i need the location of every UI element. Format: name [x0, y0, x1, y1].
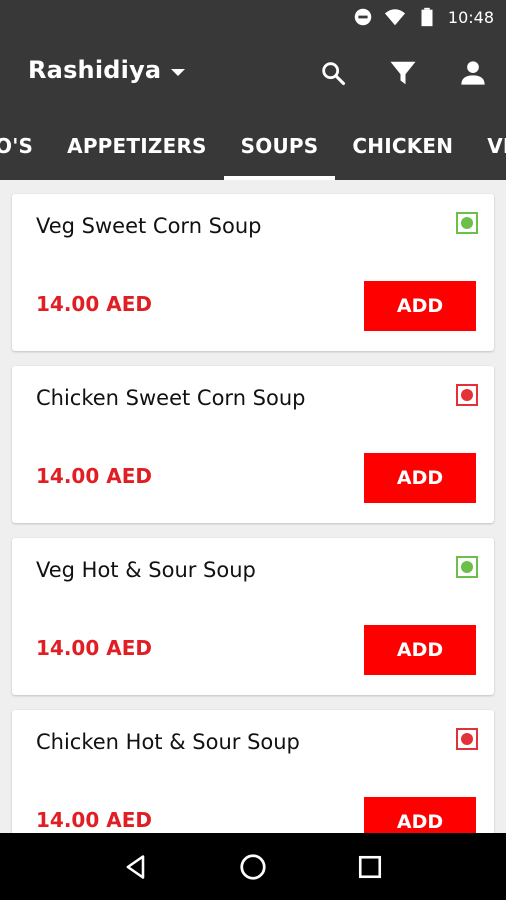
home-icon	[240, 853, 266, 880]
item-name: Chicken Sweet Corn Soup	[36, 386, 306, 410]
do-not-disturb-icon	[354, 8, 372, 26]
menu-item-card: Chicken Sweet Corn Soup 14.00 AED ADD	[12, 366, 494, 523]
tab-label: APPETIZERS	[67, 134, 207, 158]
search-button[interactable]	[316, 56, 350, 90]
item-name: Veg Sweet Corn Soup	[36, 214, 262, 238]
filter-icon	[390, 61, 416, 85]
status-time: 10:48	[447, 7, 494, 27]
tab-label: SOUPS	[240, 134, 319, 158]
search-icon	[322, 62, 346, 86]
veg-indicator-icon	[456, 556, 478, 578]
tab-chicken[interactable]: CHICKEN	[335, 112, 470, 180]
item-name: Chicken Hot & Sour Soup	[36, 730, 300, 754]
account-icon	[461, 61, 485, 85]
location-label: Rashidiya	[28, 56, 162, 84]
recents-button[interactable]	[350, 847, 390, 887]
add-button[interactable]: ADD	[364, 453, 476, 503]
top-header: 10:48 Rashidiya O'S APPETIZERS SOUPS CHI…	[0, 0, 506, 180]
tab-label: CHICKEN	[352, 134, 454, 158]
tab-label: VEGET	[487, 134, 506, 158]
non-veg-indicator-icon	[456, 384, 478, 406]
menu-item-card: Veg Hot & Sour Soup 14.00 AED ADD	[12, 538, 494, 695]
app-bar: Rashidiya	[0, 36, 506, 112]
tab-soups[interactable]: SOUPS	[223, 112, 336, 180]
menu-item-card: Veg Sweet Corn Soup 14.00 AED ADD	[12, 194, 494, 351]
tab-label: O'S	[0, 134, 34, 158]
non-veg-indicator-icon	[456, 728, 478, 750]
veg-indicator-icon	[456, 212, 478, 234]
back-button[interactable]	[116, 847, 156, 887]
home-button[interactable]	[233, 847, 273, 887]
item-price: 14.00 AED	[36, 808, 152, 832]
tab-appetizers[interactable]: APPETIZERS	[50, 112, 224, 180]
status-icons: 10:48	[352, 6, 494, 28]
wifi-icon	[384, 9, 405, 26]
account-button[interactable]	[456, 56, 490, 90]
item-price: 14.00 AED	[36, 636, 152, 660]
battery-icon	[421, 7, 433, 27]
tabs-row: O'S APPETIZERS SOUPS CHICKEN VEGET	[0, 112, 506, 180]
add-button[interactable]: ADD	[364, 625, 476, 675]
status-bar: 10:48	[0, 0, 506, 36]
chevron-down-icon	[171, 68, 186, 76]
system-nav-bar	[0, 833, 506, 900]
tab-combos[interactable]: O'S	[0, 112, 50, 180]
app-screen: 10:48 Rashidiya O'S APPETIZERS SOUPS CHI…	[0, 0, 506, 900]
filter-button[interactable]	[386, 56, 420, 90]
location-selector[interactable]: Rashidiya	[28, 56, 186, 84]
category-tabs: O'S APPETIZERS SOUPS CHICKEN VEGET	[0, 112, 506, 180]
item-price: 14.00 AED	[36, 292, 152, 316]
item-price: 14.00 AED	[36, 464, 152, 488]
app-bar-actions	[316, 56, 490, 90]
add-button[interactable]: ADD	[364, 281, 476, 331]
item-name: Veg Hot & Sour Soup	[36, 558, 256, 582]
recents-icon	[358, 855, 381, 878]
tab-vegetables[interactable]: VEGET	[470, 112, 506, 180]
menu-item-list: Veg Sweet Corn Soup 14.00 AED ADD Chicke…	[12, 194, 494, 882]
back-icon	[126, 854, 145, 879]
